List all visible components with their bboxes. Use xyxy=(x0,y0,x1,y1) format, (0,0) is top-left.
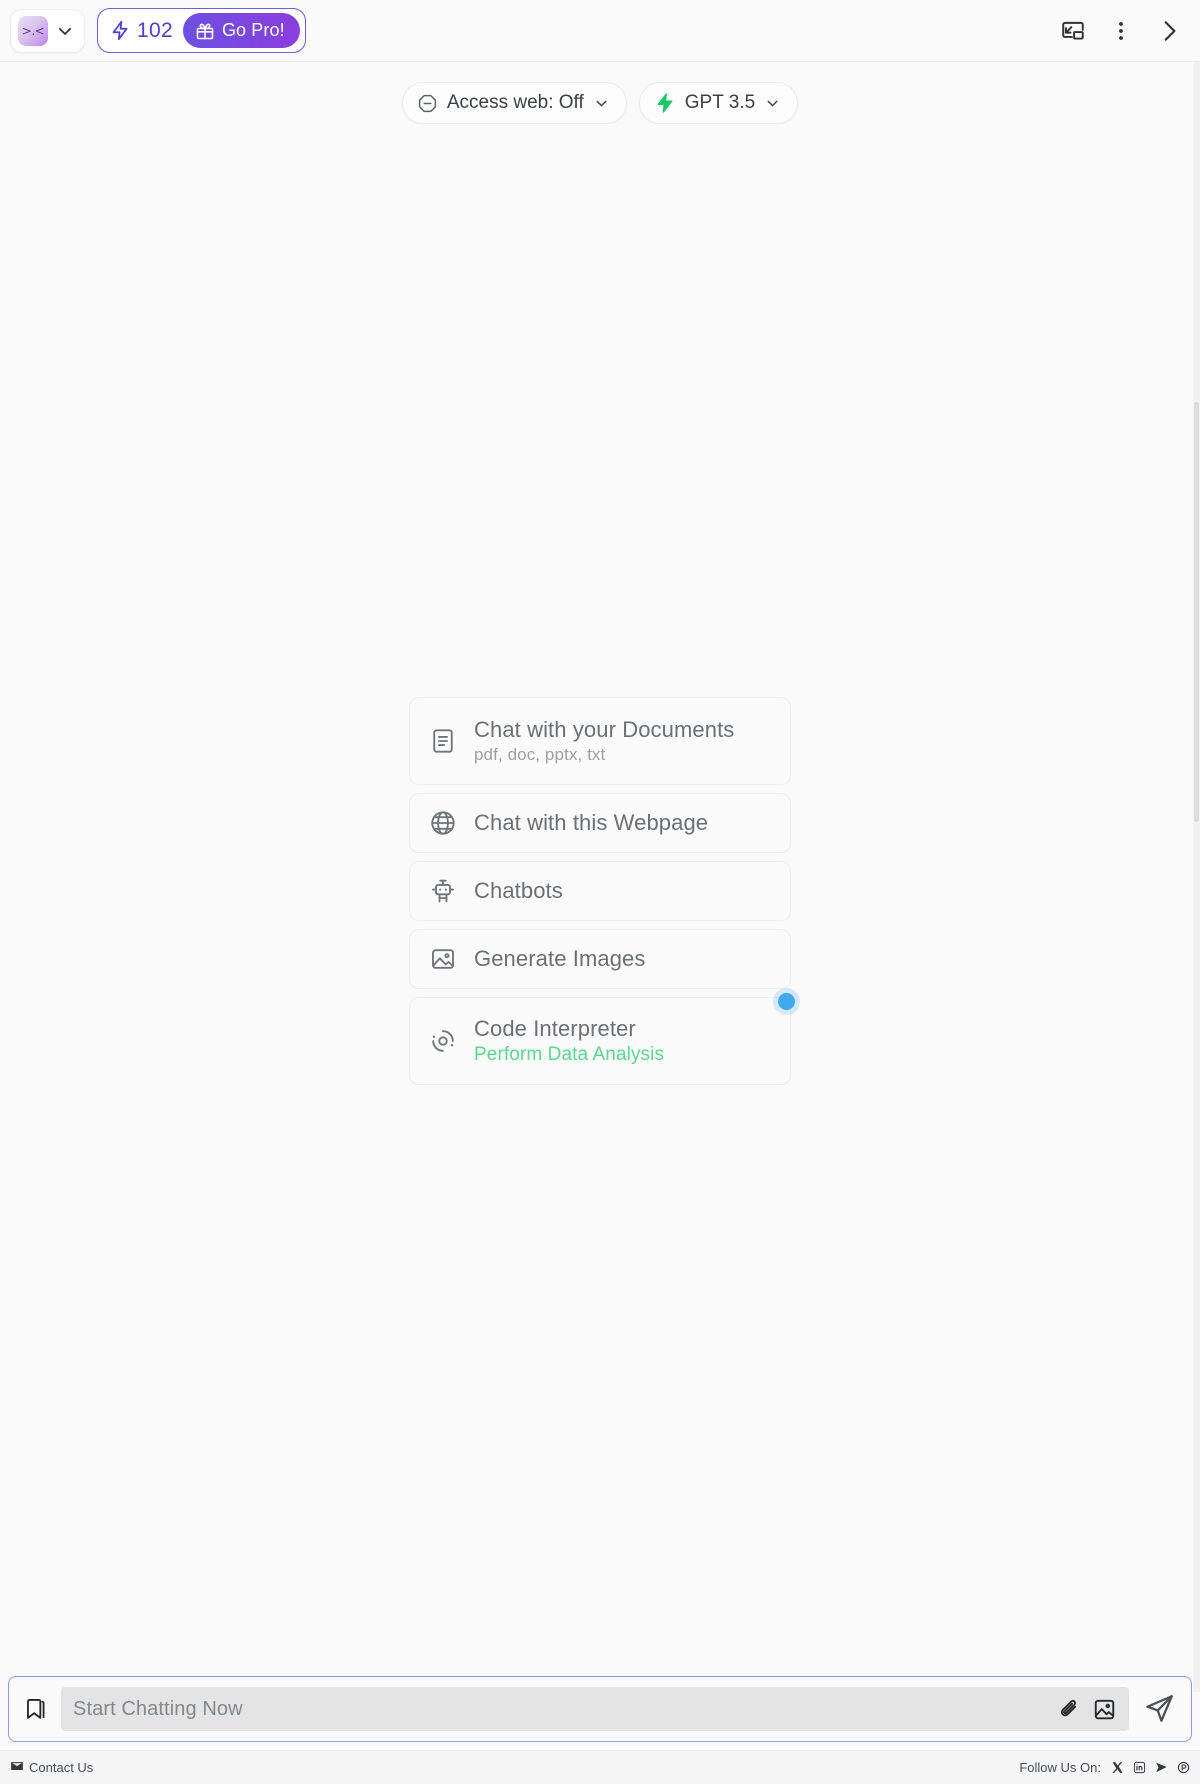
card-chatbots[interactable]: Chatbots xyxy=(409,861,791,921)
model-label: GPT 3.5 xyxy=(684,92,756,113)
product-hunt-icon[interactable] xyxy=(1177,1761,1190,1774)
linkedin-icon[interactable] xyxy=(1133,1761,1146,1774)
lightning-bolt-icon xyxy=(110,20,131,41)
globe-icon xyxy=(428,809,458,837)
card-title: Generate Images xyxy=(474,946,646,972)
bookmark-icon[interactable] xyxy=(23,1696,49,1722)
paperclip-icon[interactable] xyxy=(1057,1697,1082,1722)
model-selector[interactable]: GPT 3.5 xyxy=(638,82,799,124)
card-chat-with-documents[interactable]: Chat with your Documents pdf, doc, pptx,… xyxy=(409,697,791,785)
page-scrollbar[interactable] xyxy=(1193,62,1200,1692)
image-icon[interactable] xyxy=(1092,1697,1117,1722)
follow-us-label: Follow Us On: xyxy=(1019,1760,1101,1775)
card-text: Chatbots xyxy=(474,878,563,903)
workspace-avatar: >.< xyxy=(18,15,48,46)
feature-card-list: Chat with your Documents pdf, doc, pptx,… xyxy=(409,697,795,1085)
credits-badge[interactable]: 102 Go Pro! xyxy=(97,8,306,53)
top-bar-right xyxy=(1060,18,1182,44)
send-icon[interactable] xyxy=(1141,1692,1177,1726)
app-window: >.< 102 Go Pro! Access web: Off GPT 3.5 … xyxy=(0,0,1200,1784)
mode-pill-row: Access web: Off GPT 3.5 xyxy=(0,62,1200,124)
minus-octagon-icon xyxy=(417,93,438,114)
chevron-down-icon xyxy=(764,95,781,112)
card-title: Chat with this Webpage xyxy=(474,810,709,836)
card-text: Chat with this Webpage xyxy=(474,810,708,835)
go-pro-button[interactable]: Go Pro! xyxy=(182,13,300,48)
bolt-green-icon xyxy=(654,92,676,114)
card-text: Code Interpreter Perform Data Analysis xyxy=(474,1016,664,1065)
telegram-icon[interactable] xyxy=(1155,1761,1168,1774)
x-twitter-icon[interactable] xyxy=(1111,1761,1124,1774)
more-vertical-icon[interactable] xyxy=(1108,18,1134,44)
chat-input-placeholder: Start Chatting Now xyxy=(73,1697,243,1720)
chat-input-field[interactable]: Start Chatting Now xyxy=(61,1687,1129,1731)
chevron-down-icon xyxy=(593,95,610,112)
gift-icon xyxy=(195,21,215,41)
document-icon xyxy=(428,727,458,755)
picture-in-picture-icon[interactable] xyxy=(1060,18,1086,44)
card-text: Generate Images xyxy=(474,946,645,971)
credits-count: 102 xyxy=(137,18,173,42)
envelope-icon xyxy=(10,1759,24,1776)
top-bar: >.< 102 Go Pro! xyxy=(0,0,1200,62)
card-subtitle: Perform Data Analysis xyxy=(474,1043,665,1065)
card-generate-images[interactable]: Generate Images xyxy=(409,929,791,989)
scrollbar-thumb[interactable] xyxy=(1194,402,1199,822)
card-chat-with-webpage[interactable]: Chat with this Webpage xyxy=(409,793,791,853)
status-badge xyxy=(778,993,795,1010)
footer-bar: Contact Us Follow Us On: xyxy=(0,1750,1200,1784)
chevron-right-icon[interactable] xyxy=(1156,18,1182,44)
access-web-toggle[interactable]: Access web: Off xyxy=(401,82,627,124)
top-bar-left: >.< 102 Go Pro! xyxy=(10,8,306,53)
card-title: Chatbots xyxy=(474,878,563,904)
card-subtitle: pdf, doc, pptx, txt xyxy=(474,744,606,764)
composer-bar: Start Chatting Now xyxy=(8,1676,1192,1742)
follow-us-group: Follow Us On: xyxy=(1019,1760,1190,1775)
main-content: Chat with your Documents pdf, doc, pptx,… xyxy=(0,124,1200,1666)
composer-area: Start Chatting Now xyxy=(0,1666,1200,1750)
card-code-interpreter[interactable]: Code Interpreter Perform Data Analysis xyxy=(409,993,795,1085)
contact-us-label: Contact Us xyxy=(29,1760,94,1775)
image-icon xyxy=(428,945,458,973)
code-interpreter-icon xyxy=(428,1027,458,1055)
card-text: Chat with your Documents pdf, doc, pptx,… xyxy=(474,717,734,764)
access-web-label: Access web: Off xyxy=(446,92,584,113)
contact-us-link[interactable]: Contact Us xyxy=(10,1759,93,1776)
card-title: Code Interpreter xyxy=(474,1016,636,1042)
workspace-switcher[interactable]: >.< xyxy=(10,8,85,53)
chevron-down-icon[interactable] xyxy=(56,22,74,40)
go-pro-label: Go Pro! xyxy=(221,20,285,40)
composer-field-icons xyxy=(1057,1697,1117,1722)
robot-icon xyxy=(428,877,458,905)
card-title: Chat with your Documents xyxy=(474,717,735,743)
